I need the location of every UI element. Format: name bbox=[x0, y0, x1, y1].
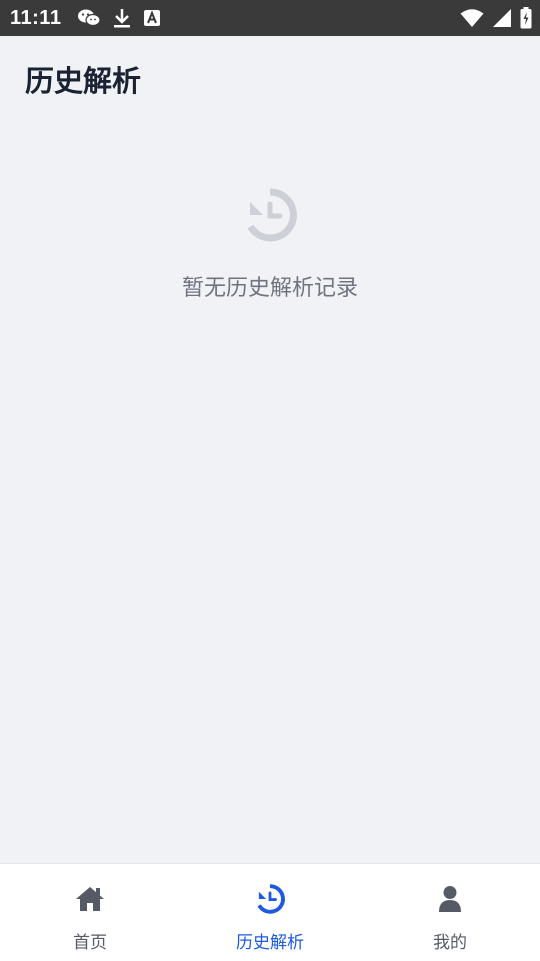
download-icon bbox=[113, 7, 131, 29]
tab-profile-label: 我的 bbox=[433, 933, 467, 953]
tab-history-label: 历史解析 bbox=[236, 933, 304, 953]
status-right-icons bbox=[460, 0, 532, 36]
empty-state: 暂无历史解析记录 bbox=[0, 188, 540, 302]
history-icon bbox=[255, 882, 285, 916]
signal-icon bbox=[492, 8, 512, 28]
tab-home[interactable]: 首页 bbox=[0, 864, 180, 961]
home-icon bbox=[75, 882, 105, 916]
tab-history[interactable]: 历史解析 bbox=[180, 864, 360, 961]
history-icon bbox=[243, 188, 297, 246]
status-bar: 11:11 bbox=[0, 0, 540, 36]
battery-icon bbox=[520, 7, 532, 29]
empty-state-message: 暂无历史解析记录 bbox=[181, 276, 358, 301]
bottom-nav: 首页 历史解析 我的 bbox=[0, 863, 540, 961]
a-icon bbox=[143, 9, 161, 27]
tab-profile[interactable]: 我的 bbox=[360, 864, 540, 961]
wifi-icon bbox=[460, 8, 484, 28]
status-time: 11:11 bbox=[10, 6, 62, 29]
status-left-icons bbox=[77, 7, 161, 29]
page-title: 历史解析 bbox=[25, 64, 142, 98]
user-icon bbox=[438, 882, 462, 916]
wechat-icon bbox=[77, 8, 102, 28]
tab-home-label: 首页 bbox=[73, 933, 107, 953]
